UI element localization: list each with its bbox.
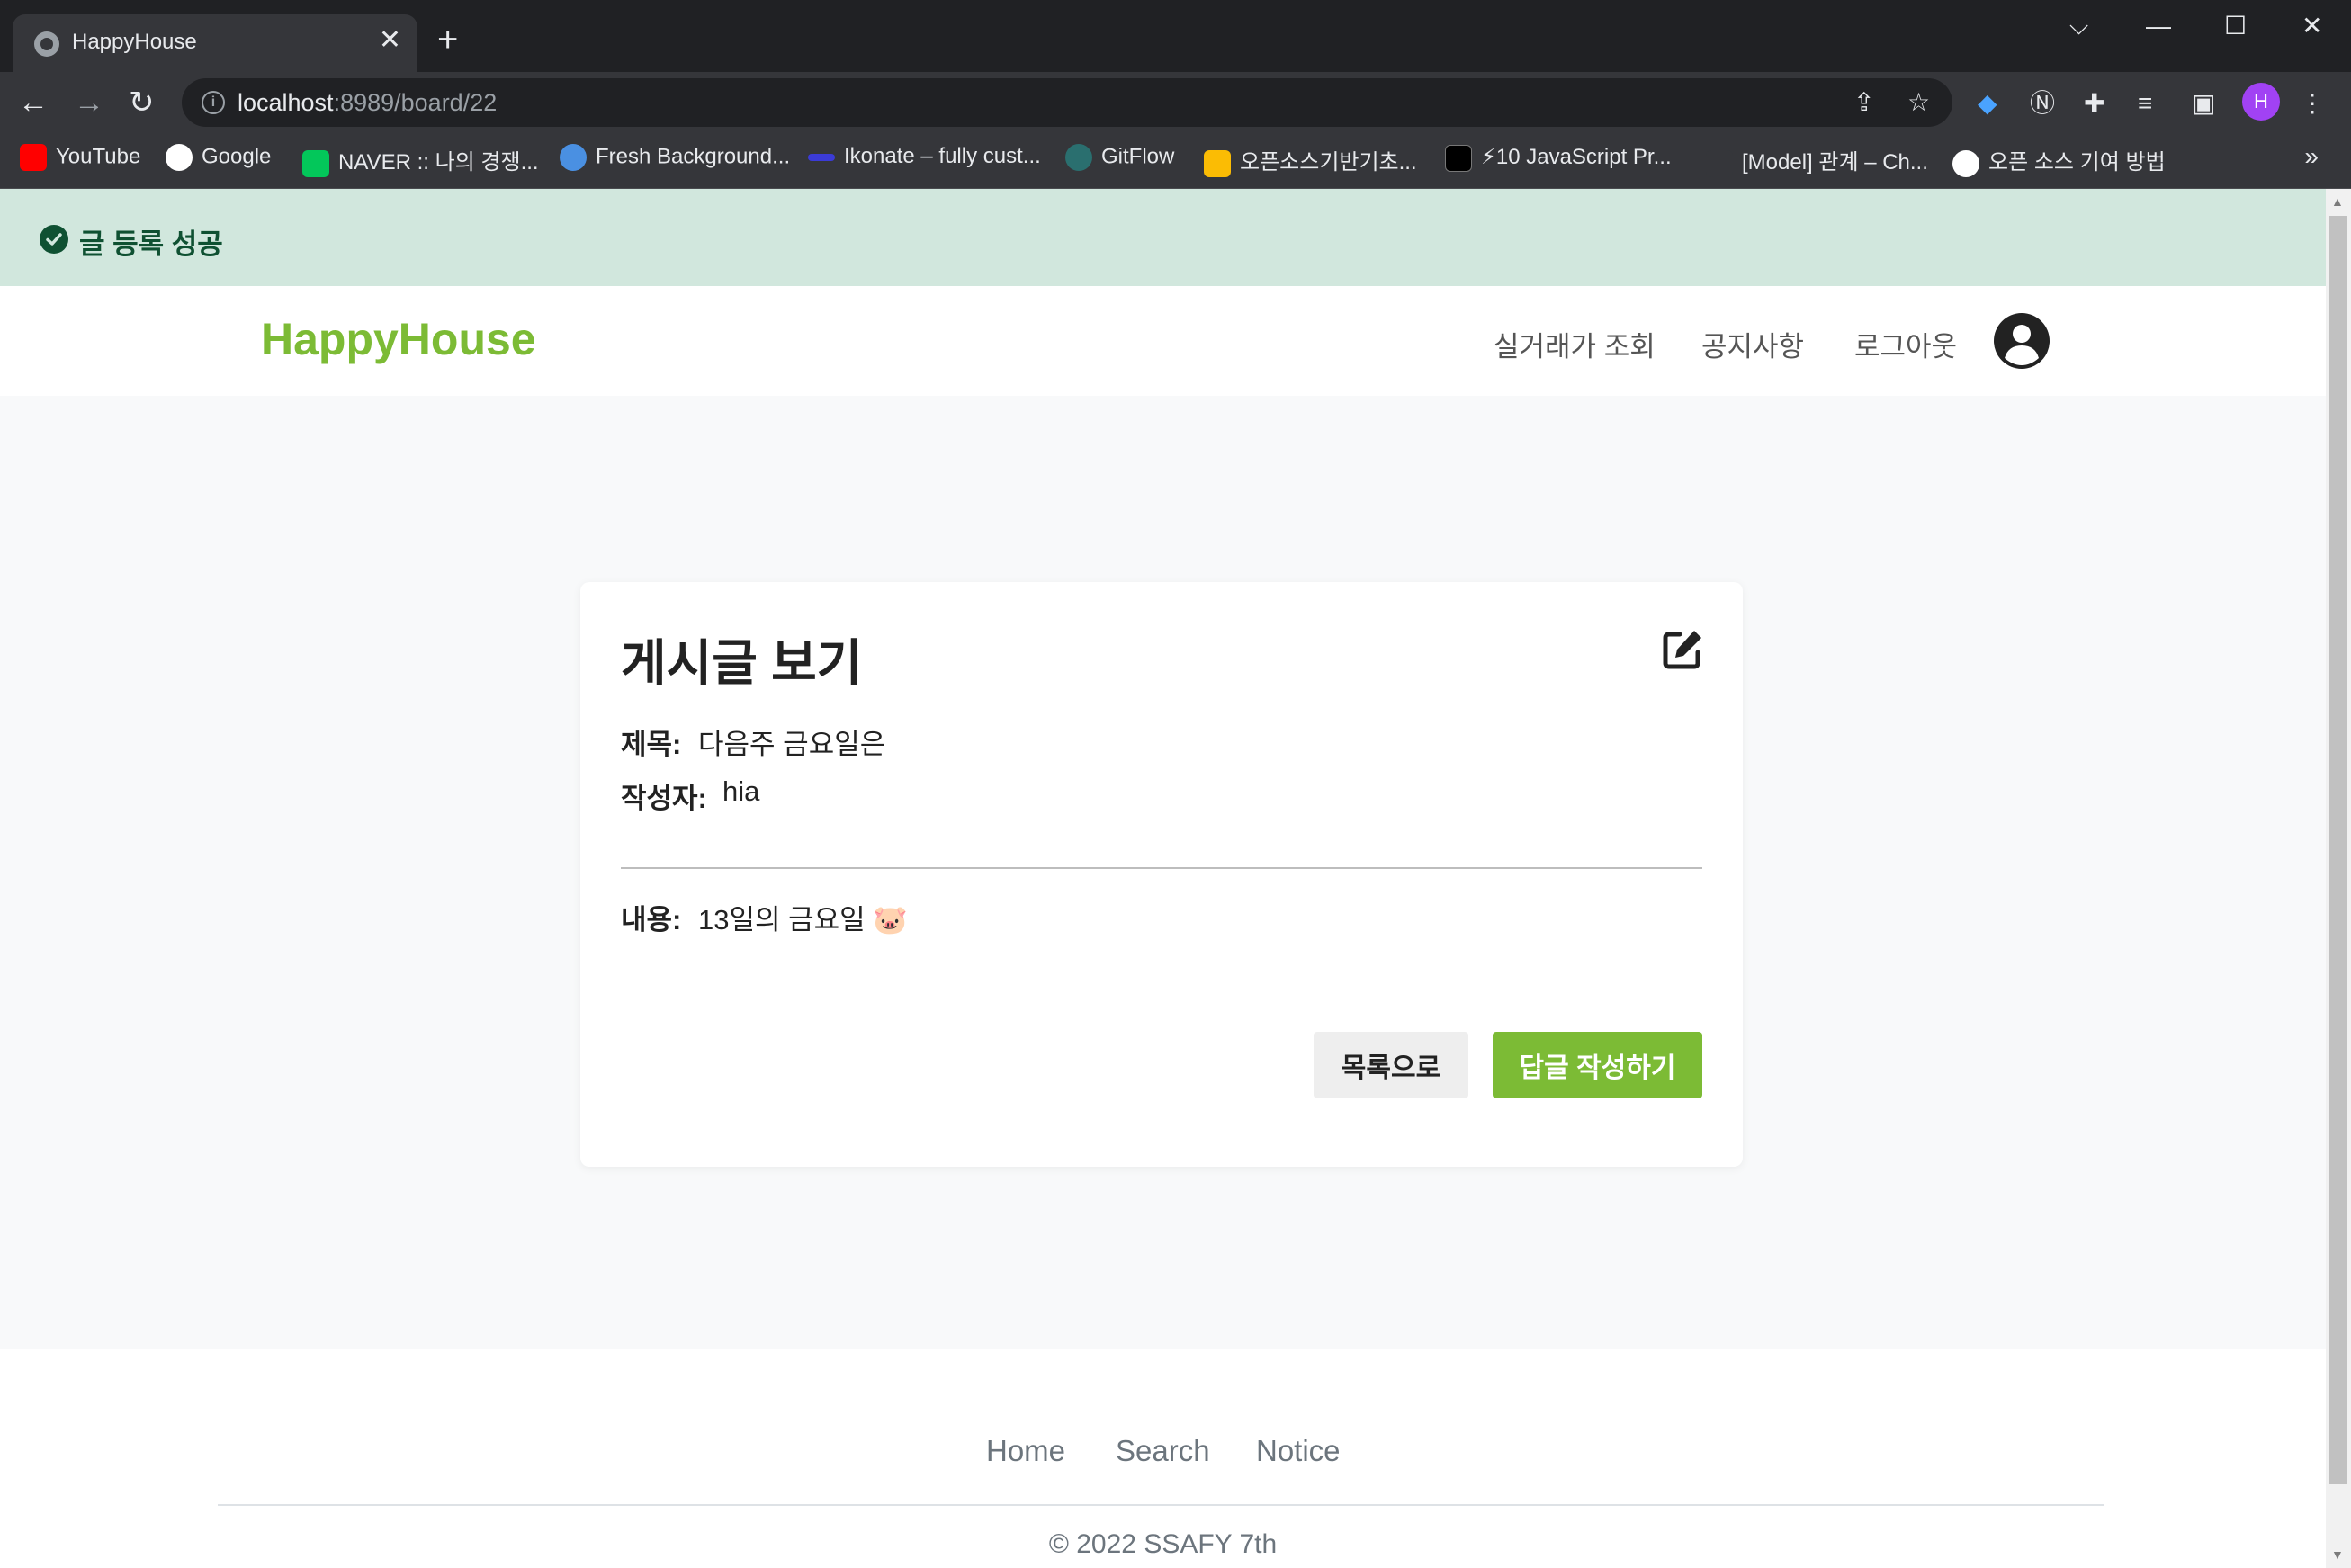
- browser-tab[interactable]: HappyHouse ✕: [13, 14, 417, 72]
- title-value: 다음주 금요일은: [698, 729, 886, 760]
- minimize-icon[interactable]: —: [2146, 13, 2171, 40]
- share-icon[interactable]: ⇪: [1853, 87, 1874, 117]
- gem-extension-icon[interactable]: ◆: [1978, 90, 1997, 117]
- page-scrollbar[interactable]: ▲ ▼: [2326, 189, 2351, 1568]
- back-icon[interactable]: ←: [18, 86, 49, 119]
- brand-logo[interactable]: HappyHouse: [261, 313, 536, 365]
- bookmark-naver[interactable]: NAVER :: 나의 경쟁...: [302, 144, 539, 177]
- post-detail-card: 게시글 보기 제목: 다음주 금요일은 작성자: hia 내용: 13일의 금요…: [580, 582, 1743, 1167]
- browser-tab-bar: HappyHouse ✕ + ⌵ — ☐ ✕: [0, 0, 2351, 72]
- google-drive-icon: [1204, 149, 1231, 177]
- fresh-background-icon: [560, 144, 587, 171]
- scroll-down-icon[interactable]: ▼: [2331, 1547, 2344, 1562]
- bookmarks-bar: YouTube Google NAVER :: 나의 경쟁... Fresh B…: [0, 133, 2351, 189]
- close-tab-icon[interactable]: ✕: [379, 27, 401, 54]
- address-bar[interactable]: i localhost:8989/board/22 ⇪ ☆: [182, 78, 1952, 127]
- notion-extension-icon[interactable]: Ⓝ: [2030, 90, 2055, 117]
- dev-icon: [1445, 144, 1472, 172]
- maximize-icon[interactable]: ☐: [2224, 13, 2247, 40]
- bookmark-youtube[interactable]: YouTube: [20, 144, 140, 171]
- content-label: 내용:: [621, 904, 682, 936]
- bookmark-ikonate[interactable]: Ikonate – fully cust...: [808, 144, 1041, 169]
- success-alert: 글 등록 성공: [0, 189, 2326, 286]
- bookmarks-more-icon[interactable]: »: [2304, 142, 2319, 171]
- back-to-list-button[interactable]: 목록으로: [1314, 1032, 1468, 1098]
- copyright-text: © 2022 SSAFY 7th: [1048, 1529, 1278, 1559]
- user-account-icon[interactable]: [1994, 313, 2050, 369]
- extensions-puzzle-icon[interactable]: ✚: [2084, 90, 2104, 117]
- author-label: 작성자:: [621, 783, 707, 814]
- footer-divider: [218, 1504, 2104, 1506]
- check-circle-icon: [40, 225, 68, 254]
- tab-title: HappyHouse: [72, 30, 197, 54]
- bookmark-model[interactable]: [Model] 관계 – Ch...: [1706, 144, 1928, 177]
- content-value: 13일의 금요일 🐷: [698, 904, 908, 936]
- bookmark-opensource[interactable]: 오픈소스기반기초...: [1204, 144, 1417, 177]
- bookmark-github-contribute[interactable]: 오픈 소스 기여 방법: [1952, 144, 2166, 177]
- model-icon: [1706, 149, 1733, 177]
- profile-avatar[interactable]: H: [2242, 83, 2280, 121]
- site-footer: Home Search Notice © 2022 SSAFY 7th: [0, 1349, 2326, 1568]
- side-panel-icon[interactable]: ▣: [2192, 90, 2215, 117]
- bookmark-star-icon[interactable]: ☆: [1907, 87, 1930, 117]
- nav-link-notice[interactable]: 공지사항: [1701, 324, 1804, 364]
- scroll-up-icon[interactable]: ▲: [2331, 194, 2344, 209]
- footer-link-home[interactable]: Home: [986, 1434, 1065, 1468]
- menu-kebab-icon[interactable]: ⋮: [2300, 90, 2325, 117]
- bookmark-dev-javascript[interactable]: ⚡10 JavaScript Pr...: [1445, 144, 1672, 172]
- ikonate-icon: [808, 153, 835, 161]
- reload-icon[interactable]: ↻: [129, 86, 155, 119]
- naver-icon: [302, 149, 329, 177]
- footer-link-notice[interactable]: Notice: [1256, 1434, 1341, 1468]
- alert-message: 글 등록 성공: [79, 228, 223, 260]
- globe-icon: [34, 31, 59, 57]
- url-text[interactable]: localhost:8989/board/22: [238, 89, 497, 117]
- nav-link-logout[interactable]: 로그아웃: [1854, 324, 1957, 364]
- site-info-icon[interactable]: i: [202, 91, 225, 114]
- scrollbar-thumb[interactable]: [2329, 216, 2347, 1484]
- divider: [621, 867, 1702, 869]
- close-window-icon[interactable]: ✕: [2302, 13, 2322, 40]
- reading-list-icon[interactable]: ≡: [2138, 90, 2152, 117]
- title-label: 제목:: [621, 729, 682, 760]
- github-icon: [1952, 149, 1979, 177]
- site-navbar: HappyHouse 실거래가 조회 공지사항 로그아웃: [0, 286, 2326, 396]
- youtube-icon: [20, 144, 47, 171]
- google-icon: [166, 144, 193, 171]
- author-value: hia: [722, 775, 760, 807]
- page-title: 게시글 보기: [621, 635, 863, 691]
- gitflow-icon: [1065, 144, 1092, 171]
- forward-icon[interactable]: →: [74, 86, 104, 119]
- bookmark-google[interactable]: Google: [166, 144, 271, 171]
- new-tab-button[interactable]: +: [437, 22, 458, 58]
- nav-link-real-estate[interactable]: 실거래가 조회: [1494, 324, 1656, 364]
- write-reply-button[interactable]: 답글 작성하기: [1493, 1032, 1702, 1098]
- tab-search-icon[interactable]: ⌵: [2069, 13, 2088, 40]
- browser-toolbar: ← → ↻ i localhost:8989/board/22 ⇪ ☆ ◆ Ⓝ …: [0, 72, 2351, 133]
- page-viewport: 글 등록 성공 HappyHouse 실거래가 조회 공지사항 로그아웃 게시글…: [0, 189, 2326, 1568]
- edit-icon[interactable]: [1660, 627, 1705, 672]
- bookmark-fresh-background[interactable]: Fresh Background...: [560, 144, 790, 171]
- footer-link-search[interactable]: Search: [1116, 1434, 1210, 1468]
- bookmark-gitflow[interactable]: GitFlow: [1065, 144, 1174, 171]
